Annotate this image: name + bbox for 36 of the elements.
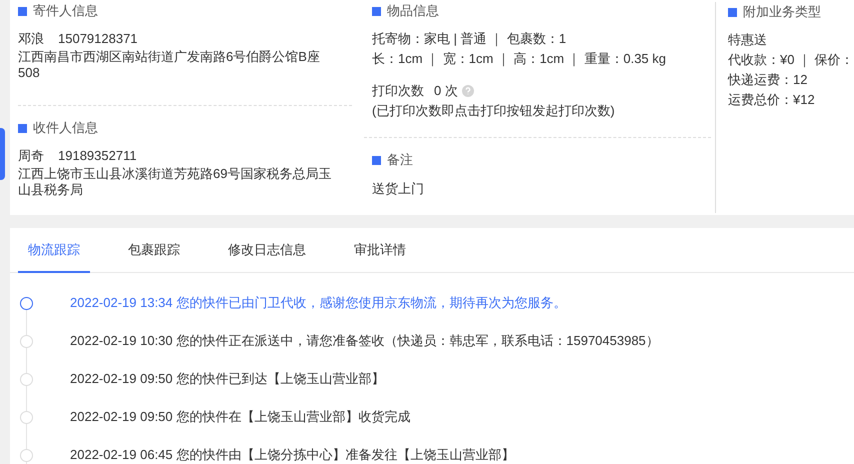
timeline-entry: 2022-02-19 06:45 您的快件由【上饶分拣中心】准备发往【上饶玉山营业部】 xyxy=(70,446,514,464)
square-icon xyxy=(372,156,381,164)
phone-number: 19189352711 xyxy=(58,147,137,166)
print-count-value: 0 次 xyxy=(434,82,458,100)
address-text: 江西南昌市西湖区南站街道广发南路6号伯爵公馆B座508 xyxy=(18,49,321,81)
info-text: 长：1cm ｜ 宽：1cm ｜ 高：1cm ｜ 重量：0.35 kg xyxy=(372,50,667,68)
tab[interactable]: 包裹跟踪 xyxy=(118,228,190,273)
service-type: 特惠送 xyxy=(728,31,768,49)
square-icon xyxy=(18,6,27,16)
address-text: 江西上饶市玉山县冰溪街道芳苑路69号国家税务总局玉山县税务局 xyxy=(18,166,332,198)
section-title: 寄件人信息 xyxy=(33,2,98,20)
tab[interactable]: 审批详情 xyxy=(344,228,416,273)
section-title: 物品信息 xyxy=(387,2,439,20)
side-handle[interactable] xyxy=(0,128,5,180)
section-title: 收件人信息 xyxy=(33,119,98,138)
tab[interactable]: 修改日志信息 xyxy=(218,228,316,273)
print-count-label: 打印次数 xyxy=(372,82,424,100)
timeline-entry: 2022-02-19 09:50 您的快件在【上饶玉山营业部】收货完成 xyxy=(70,408,410,426)
person-name: 邓浪 xyxy=(18,30,44,48)
phone-number: 15079128371 xyxy=(58,30,138,48)
info-text: 快递运费：12 xyxy=(728,71,808,89)
square-icon xyxy=(372,6,381,16)
info-text: 代收款：¥0 ｜ 保价： xyxy=(728,51,854,70)
tab[interactable]: 物流跟踪 xyxy=(18,228,90,273)
section-title: 备注 xyxy=(387,151,413,170)
remark-text: 送货上门 xyxy=(372,180,425,198)
section-title: 附加业务类型 xyxy=(743,3,821,22)
square-icon xyxy=(18,124,27,132)
info-text: 运费总价：¥12 xyxy=(728,91,816,109)
timeline-entry: 2022-02-19 13:34 您的快件已由门卫代收，感谢您使用京东物流，期待再次为您服务。 xyxy=(70,294,566,312)
info-text: 托寄物：家电 | 普通 ｜ 包裹数：1 xyxy=(372,30,568,48)
print-note: (已打印次数即点击打印按钮发起打印次数) xyxy=(372,102,616,120)
square-icon xyxy=(728,8,737,16)
person-name: 周奇 xyxy=(18,147,44,166)
timeline-entry: 2022-02-19 09:50 您的快件已到达【上饶玉山营业部】 xyxy=(70,370,384,388)
timeline-entry: 2022-02-19 10:30 您的快件正在派送中，请您准备签收（快递员：韩忠军，联系电话：15970453985） xyxy=(70,332,659,350)
